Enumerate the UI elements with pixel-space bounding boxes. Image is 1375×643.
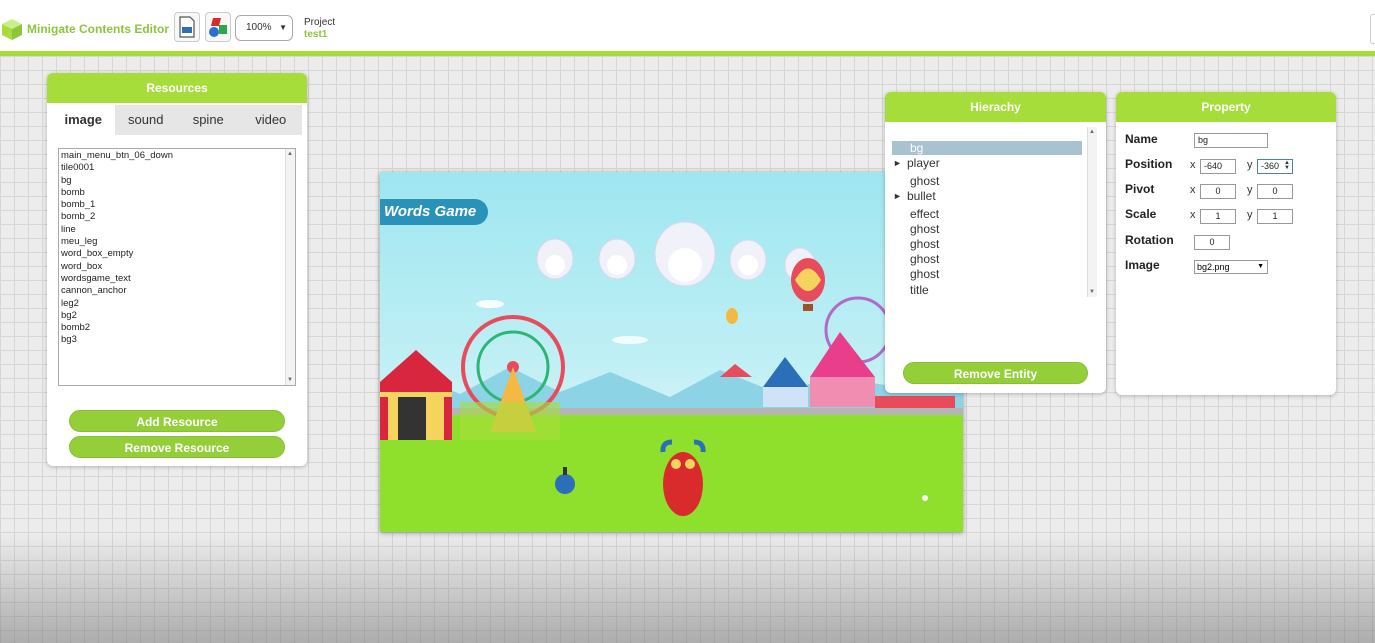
hierarchy-item-ghost[interactable]: ghost (910, 252, 939, 266)
list-item[interactable]: bomb_1 (59, 199, 295, 211)
image-select[interactable]: bg2.png ▼ (1194, 260, 1268, 274)
project-name: test1 (304, 29, 328, 40)
tab-sound[interactable]: sound (115, 105, 178, 135)
scroll-up-icon[interactable]: ▲ (1089, 129, 1095, 135)
pivot-x-axis-label: x (1190, 184, 1196, 196)
list-item[interactable]: bomb (59, 187, 295, 199)
position-y-axis-label: y (1247, 159, 1253, 171)
pivot-x-input[interactable]: 0 (1200, 184, 1236, 199)
position-x-axis-label: x (1190, 159, 1196, 171)
add-resource-button[interactable]: Add Resource (69, 410, 285, 432)
property-title: Property (1116, 92, 1336, 122)
rotation-input[interactable]: 0 (1194, 235, 1230, 250)
name-input[interactable]: bg (1194, 133, 1268, 148)
list-item[interactable]: bg2 (59, 310, 295, 322)
shapes-icon (209, 18, 227, 37)
chevron-down-icon: ▼ (279, 23, 287, 32)
list-item[interactable]: bg3 (59, 334, 295, 346)
hierarchy-item-title[interactable]: title (910, 283, 929, 297)
resources-panel: Resources image sound spine video main_m… (47, 73, 307, 466)
spinner-arrows-icon[interactable]: ▲ ▼ (1284, 160, 1290, 171)
hierarchy-item-bg[interactable]: bg (910, 141, 923, 155)
list-item[interactable]: bomb_2 (59, 211, 295, 223)
position-x-input[interactable]: -640 (1200, 159, 1236, 174)
hierarchy-item-bullet[interactable]: bullet (907, 189, 936, 203)
hierarchy-item-ghost[interactable]: ghost (910, 267, 939, 281)
hierarchy-panel: Hierachy bg ► player ghost ► bullet effe… (885, 92, 1106, 393)
resource-list[interactable]: main_menu_btn_06_down tile0001 bg bomb b… (58, 148, 296, 386)
list-item[interactable]: main_menu_btn_06_down (59, 150, 295, 162)
image-select-value: bg2.png (1197, 262, 1230, 272)
list-item[interactable]: cannon_anchor (59, 285, 295, 297)
cube-logo-icon (2, 19, 22, 40)
resources-title: Resources (47, 73, 307, 103)
remove-resource-button[interactable]: Remove Resource (69, 436, 285, 458)
tab-image[interactable]: image (52, 105, 115, 135)
position-y-value: -360 (1261, 161, 1280, 171)
expand-arrow-icon[interactable]: ► (893, 158, 902, 168)
hierarchy-title: Hierachy (885, 92, 1106, 122)
position-label: Position (1125, 157, 1173, 171)
hierarchy-list[interactable]: bg ► player ghost ► bullet effect ghost … (892, 127, 1097, 297)
zoom-select[interactable]: 100% ▼ (235, 15, 293, 41)
image-label: Image (1125, 258, 1160, 272)
resource-list-scrollbar[interactable]: ▲ ▼ (285, 149, 295, 385)
hierarchy-item-effect[interactable]: effect (910, 207, 939, 221)
name-label: Name (1125, 132, 1158, 146)
hierarchy-item-ghost[interactable]: ghost (910, 174, 939, 188)
rotation-label: Rotation (1125, 233, 1174, 247)
scale-y-axis-label: y (1247, 209, 1253, 221)
hierarchy-item-ghost[interactable]: ghost (910, 237, 939, 251)
list-item[interactable]: bg (59, 175, 295, 187)
scale-x-input[interactable]: 1 (1200, 209, 1236, 224)
list-item[interactable]: meu_leg (59, 236, 295, 248)
list-item[interactable]: bomb2 (59, 322, 295, 334)
bottom-gradient (0, 533, 1375, 643)
list-item[interactable]: tile0001 (59, 162, 295, 174)
app-title: Minigate Contents Editor (27, 22, 169, 36)
remove-entity-button[interactable]: Remove Entity (903, 362, 1088, 384)
project-label: Project (304, 17, 336, 28)
tab-spine[interactable]: spine (177, 105, 240, 135)
hierarchy-item-player[interactable]: player (907, 156, 940, 170)
pivot-label: Pivot (1125, 182, 1155, 196)
position-y-input[interactable]: -360 ▲ ▼ (1257, 159, 1293, 174)
export-file-button[interactable] (174, 12, 200, 42)
scroll-up-icon[interactable]: ▲ (287, 151, 293, 157)
top-bar: Minigate Contents Editor 100% ▼ Project … (0, 0, 1375, 56)
scale-y-input[interactable]: 1 (1257, 209, 1293, 224)
list-item[interactable]: leg2 (59, 298, 295, 310)
tab-video[interactable]: video (240, 105, 303, 135)
list-item[interactable]: line (59, 224, 295, 236)
expand-arrow-icon[interactable]: ► (893, 191, 902, 201)
list-item[interactable]: word_box (59, 261, 295, 273)
scroll-down-icon[interactable]: ▼ (287, 377, 293, 383)
chevron-down-icon: ▼ (1257, 263, 1264, 270)
pivot-y-input[interactable]: 0 (1257, 184, 1293, 199)
hierarchy-scrollbar[interactable]: ▲ ▼ (1087, 127, 1097, 297)
game-canvas[interactable]: Words Game (380, 172, 963, 532)
scale-x-axis-label: x (1190, 209, 1196, 221)
side-panel-toggle[interactable] (1370, 14, 1375, 44)
hierarchy-item-ghost[interactable]: ghost (910, 222, 939, 236)
pivot-y-axis-label: y (1247, 184, 1253, 196)
scene-background (380, 221, 963, 532)
list-item[interactable]: word_box_empty (59, 248, 295, 260)
file-icon (179, 16, 195, 38)
resource-tabs: image sound spine video (52, 105, 302, 135)
3d-objects-button[interactable] (205, 12, 231, 42)
scroll-down-icon[interactable]: ▼ (1089, 289, 1095, 295)
property-panel: Property Name bg Position x -640 y -360 … (1116, 92, 1336, 395)
scale-label: Scale (1125, 207, 1157, 221)
list-item[interactable]: wordsgame_text (59, 273, 295, 285)
words-game-banner: Words Game (380, 199, 488, 225)
zoom-value: 100% (246, 22, 272, 33)
